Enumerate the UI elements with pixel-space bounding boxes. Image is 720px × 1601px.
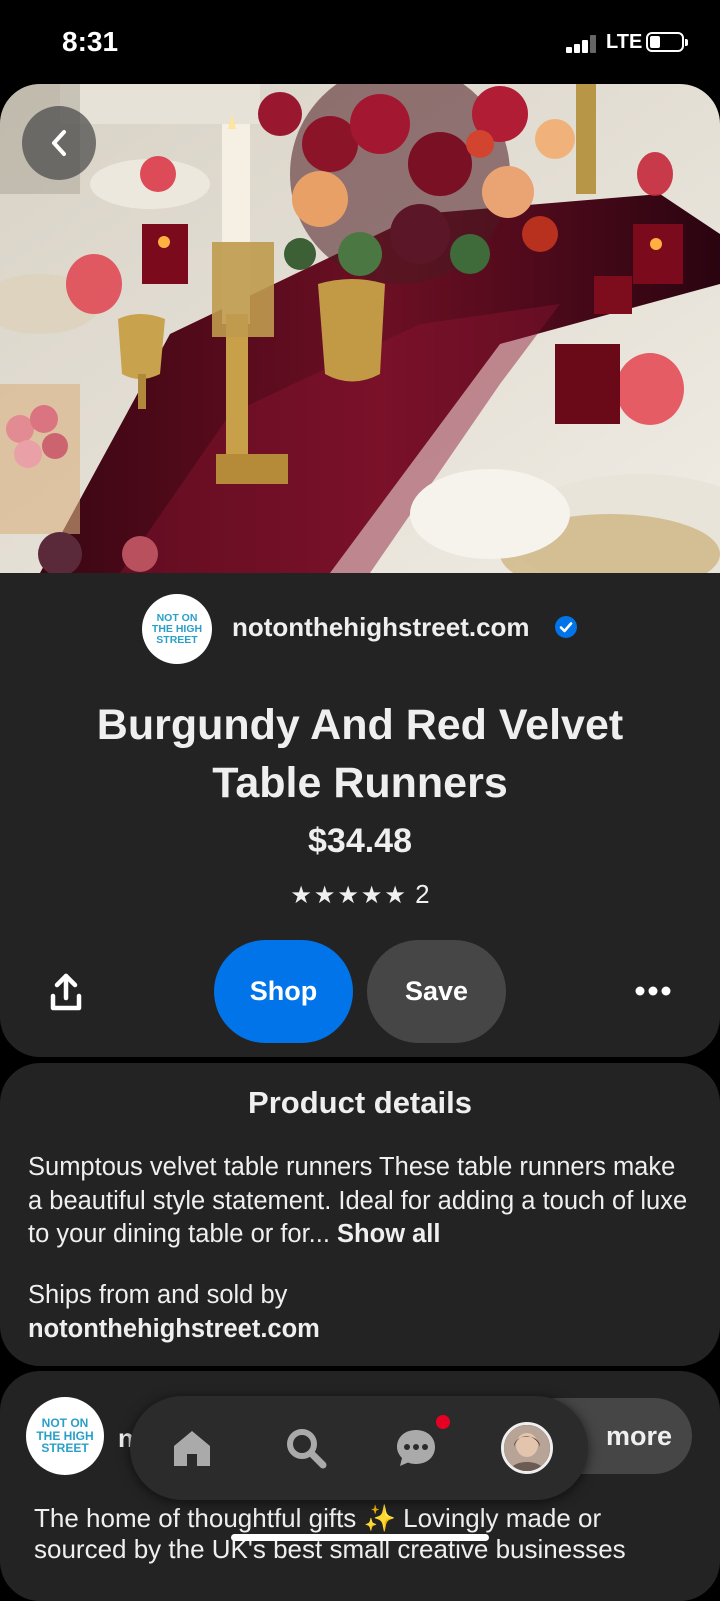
pin-card: NOT ON THE HIGH STREET notonthehighstree… xyxy=(0,84,720,1057)
chat-bubble-icon xyxy=(397,1430,435,1466)
logo-line: THE HIGH xyxy=(151,622,203,635)
back-button[interactable] xyxy=(22,106,96,180)
save-button[interactable]: Save xyxy=(367,940,506,1043)
star-rating-icon: ★★★★★ xyxy=(290,882,408,909)
nav-home[interactable] xyxy=(164,1420,220,1476)
product-details-title: Product details xyxy=(248,1085,472,1120)
merchant-logo[interactable]: NOT ON THE HIGH STREET xyxy=(26,1397,104,1475)
avatar[interactable] xyxy=(501,1422,553,1474)
merchant-row[interactable]: NOT ON THE HIGH STREET notonthehighstree… xyxy=(0,594,720,666)
show-all-link[interactable]: Show all xyxy=(337,1220,440,1248)
rating[interactable]: ★★★★★ 2 xyxy=(0,879,720,910)
bottom-nav xyxy=(130,1396,588,1500)
merchant-name[interactable]: notonthehighstreet.com xyxy=(232,612,530,643)
seller-name[interactable]: notonthehighstreet.com xyxy=(28,1315,320,1344)
battery-icon xyxy=(646,32,688,52)
status-time: 8:31 xyxy=(62,26,119,57)
more-options-button[interactable] xyxy=(630,974,676,1008)
chevron-left-icon xyxy=(52,130,66,156)
home-indicator xyxy=(231,1534,489,1541)
ships-from-label: Ships from and sold by xyxy=(28,1281,288,1309)
network-label: LTE xyxy=(606,31,643,53)
search-icon xyxy=(287,1429,327,1469)
rating-count: 2 xyxy=(415,879,430,909)
shop-button[interactable]: Shop xyxy=(214,940,353,1043)
logo-line: STREET xyxy=(156,633,198,646)
logo-line: NOT ON xyxy=(156,611,198,624)
logo-line: NOT ON xyxy=(41,1416,89,1431)
nav-search[interactable] xyxy=(278,1420,334,1476)
status-bar: 8:31 LTE xyxy=(0,0,720,84)
notification-dot xyxy=(436,1415,450,1429)
home-icon xyxy=(174,1431,210,1466)
pin-image[interactable] xyxy=(0,84,720,573)
nav-messages[interactable] xyxy=(388,1420,444,1476)
ellipsis-icon xyxy=(635,986,671,996)
merchant-logo[interactable]: NOT ON THE HIGH STREET xyxy=(142,594,212,664)
verified-icon xyxy=(555,616,577,638)
product-description: Sumptous velvet table runners These tabl… xyxy=(28,1151,688,1252)
price: $34.48 xyxy=(308,822,412,860)
share-button[interactable] xyxy=(38,970,94,1016)
profile-avatar-icon xyxy=(504,1425,550,1471)
product-details-card: Product details Sumptous velvet table ru… xyxy=(0,1063,720,1366)
share-icon xyxy=(50,973,82,1011)
pin-title: Burgundy And Red Velvet Table Runners xyxy=(96,701,624,807)
logo-line: STREET xyxy=(41,1441,89,1456)
signal-icon xyxy=(566,35,602,53)
